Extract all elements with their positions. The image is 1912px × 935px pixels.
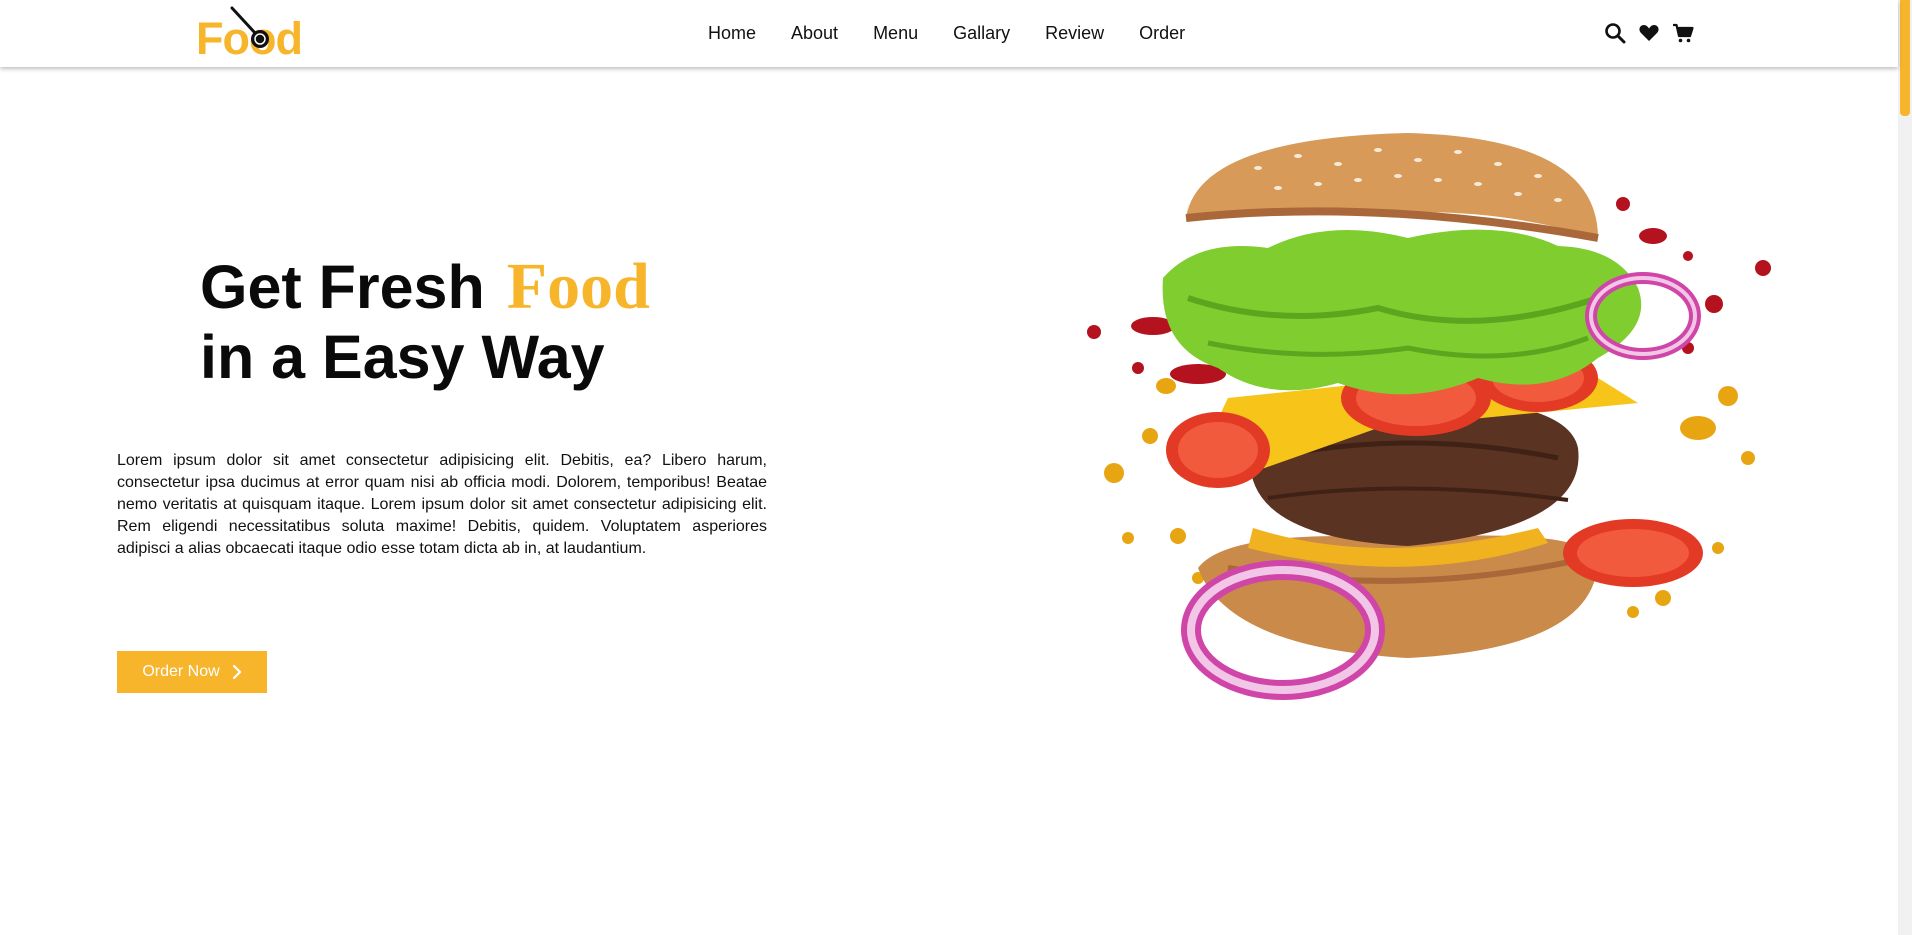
nav-about[interactable]: About bbox=[791, 22, 838, 46]
nav-gallary[interactable]: Gallary bbox=[953, 22, 1010, 46]
site-header: Food Home About Menu Gallary Review Orde… bbox=[0, 0, 1898, 67]
order-now-button[interactable]: Order Now bbox=[117, 651, 267, 693]
nav-review[interactable]: Review bbox=[1045, 22, 1104, 46]
main-nav: Home About Menu Gallary Review Order bbox=[708, 22, 1185, 46]
header-actions bbox=[1604, 22, 1694, 44]
search-icon[interactable] bbox=[1604, 22, 1626, 44]
burger-image bbox=[1087, 133, 1771, 700]
chevron-right-icon bbox=[232, 665, 241, 679]
page-scrollbar[interactable] bbox=[1898, 0, 1912, 935]
heart-icon[interactable] bbox=[1638, 22, 1660, 44]
order-now-label: Order Now bbox=[142, 663, 220, 680]
hero-title-line2: in a Easy Way bbox=[200, 323, 605, 391]
hero-description: Lorem ipsum dolor sit amet consectetur a… bbox=[117, 452, 767, 557]
hero-title: Get Fresh Food in a Easy Way bbox=[200, 252, 650, 392]
scrollbar-thumb[interactable] bbox=[1900, 0, 1910, 116]
hero-title-part1: Get Fresh bbox=[200, 253, 485, 321]
nav-home[interactable]: Home bbox=[708, 22, 756, 46]
page: Food Home About Menu Gallary Review Orde… bbox=[0, 0, 1912, 935]
spoon-icon bbox=[230, 6, 269, 48]
logo[interactable]: Food bbox=[196, 6, 306, 62]
cart-icon[interactable] bbox=[1672, 22, 1694, 44]
nav-order[interactable]: Order bbox=[1139, 22, 1185, 46]
nav-menu[interactable]: Menu bbox=[873, 22, 918, 46]
hero-title-accent: Food bbox=[506, 250, 650, 323]
